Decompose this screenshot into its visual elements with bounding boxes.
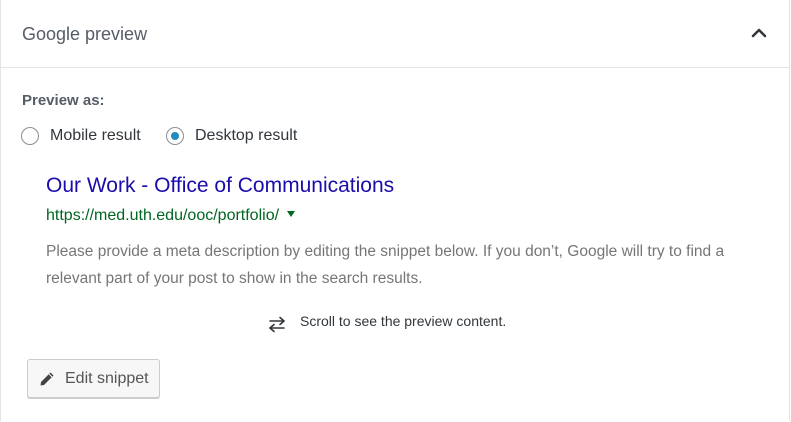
edit-snippet-button[interactable]: Edit snippet	[27, 359, 160, 398]
pencil-icon	[40, 372, 54, 385]
caret-down-icon	[287, 211, 296, 217]
radio-button-mobile[interactable]	[21, 127, 39, 145]
serp-url: https://med.uth.edu/ooc/portfolio/	[46, 207, 280, 224]
radio-desktop-result[interactable]: Desktop result	[166, 125, 297, 147]
chevron-up-icon[interactable]	[750, 26, 768, 40]
serp-title-link[interactable]: Our Work - Office of Communications	[46, 172, 394, 199]
panel-title: Google preview	[22, 24, 148, 44]
panel-header[interactable]: Google preview	[1, 0, 790, 68]
preview-as-label: Preview as:	[22, 92, 105, 109]
edit-snippet-label: Edit snippet	[65, 369, 149, 387]
serp-description: Please provide a meta description by edi…	[46, 243, 725, 287]
scroll-hint: Scroll to see the preview content.	[267, 309, 506, 333]
radio-mobile-result[interactable]: Mobile result	[21, 125, 141, 147]
scroll-hint-text: Scroll to see the preview content.	[300, 313, 507, 329]
radio-button-desktop[interactable]	[166, 127, 184, 145]
google-preview-panel: Google preview Preview as: Mobile result…	[0, 0, 790, 421]
serp-url-row: https://med.uth.edu/ooc/portfolio/	[46, 206, 296, 226]
swap-arrows-icon	[269, 316, 285, 333]
radio-label-mobile: Mobile result	[50, 127, 141, 144]
radio-label-desktop: Desktop result	[195, 127, 298, 144]
